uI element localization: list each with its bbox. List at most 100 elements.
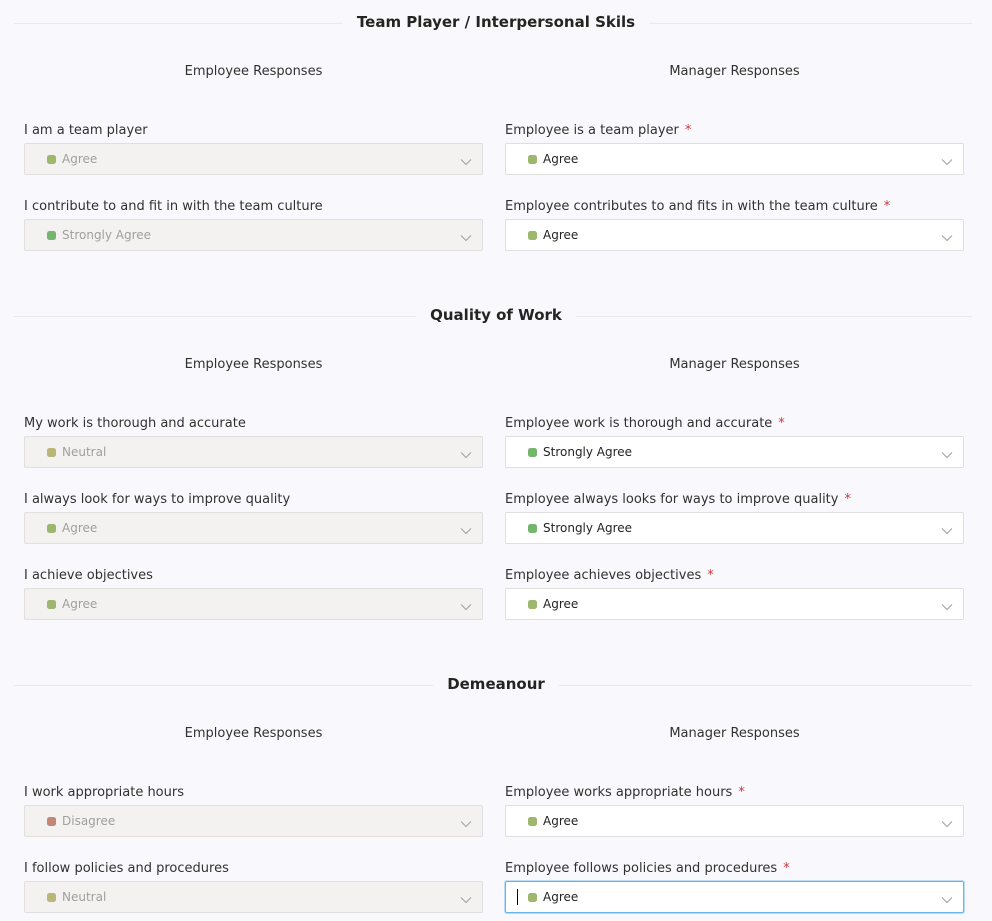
- manager-rating-dropdown[interactable]: Agree: [505, 881, 964, 913]
- employee-field: I follow policies and procedures Neutral: [24, 860, 483, 913]
- manager-rating-dropdown[interactable]: Agree: [505, 143, 964, 175]
- question-text: I work appropriate hours: [24, 785, 184, 800]
- chevron-down-icon[interactable]: [941, 815, 953, 828]
- manager-responses-heading: Manager Responses: [669, 64, 800, 79]
- employee-rating-dropdown: Strongly Agree: [24, 219, 483, 251]
- employee-question-label: I always look for ways to improve qualit…: [24, 491, 483, 509]
- employee-rating-dropdown: Agree: [24, 588, 483, 620]
- employee-question-label: I contribute to and fit in with the team…: [24, 198, 483, 216]
- manager-rating-dropdown[interactable]: Strongly Agree: [505, 436, 964, 468]
- employee-rating-dropdown: Neutral: [24, 436, 483, 468]
- selected-rating: Agree: [62, 597, 98, 611]
- chevron-down-icon: [460, 598, 472, 611]
- employee-field: I work appropriate hours Disagree: [24, 784, 483, 837]
- text-cursor: [517, 889, 518, 905]
- rating-color-swatch-icon: [47, 817, 56, 826]
- question-text: I follow policies and procedures: [24, 861, 229, 876]
- rating-color-swatch-icon: [528, 600, 537, 609]
- chevron-down-icon[interactable]: [941, 153, 953, 166]
- chevron-down-icon[interactable]: [941, 598, 953, 611]
- employee-rating-dropdown: Agree: [24, 512, 483, 544]
- required-asterisk: *: [738, 785, 745, 800]
- employee-field: I contribute to and fit in with the team…: [24, 198, 483, 251]
- chevron-down-icon[interactable]: [941, 891, 953, 904]
- section-title: Team Player / Interpersonal Skils: [0, 13, 992, 31]
- rating-color-swatch-icon: [47, 600, 56, 609]
- manager-field: Employee achieves objectives * Agree: [505, 567, 964, 620]
- manager-rating-dropdown[interactable]: Agree: [505, 588, 964, 620]
- selected-rating: Agree: [62, 152, 98, 166]
- employee-question-label: I follow policies and procedures: [24, 860, 483, 878]
- manager-field: Employee always looks for ways to improv…: [505, 491, 964, 544]
- chevron-down-icon: [460, 891, 472, 904]
- rating-color-swatch-icon: [528, 155, 537, 164]
- employee-field: My work is thorough and accurate Neutral: [24, 415, 483, 468]
- selected-rating: Strongly Agree: [62, 228, 152, 242]
- chevron-down-icon: [460, 815, 472, 828]
- section-title-text: Demeanour: [433, 675, 559, 693]
- manager-question-label: Employee is a team player *: [505, 122, 964, 140]
- question-text: I achieve objectives: [24, 568, 153, 583]
- chevron-down-icon[interactable]: [941, 446, 953, 459]
- section-title-text: Team Player / Interpersonal Skils: [342, 13, 650, 31]
- manager-question-label: Employee works appropriate hours *: [505, 784, 964, 802]
- employee-responses-heading: Employee Responses: [184, 726, 323, 741]
- employee-field: I achieve objectives Agree: [24, 567, 483, 620]
- required-asterisk: *: [844, 492, 851, 507]
- question-text: I contribute to and fit in with the team…: [24, 199, 323, 214]
- manager-responses-heading: Manager Responses: [669, 726, 800, 741]
- employee-responses-heading: Employee Responses: [184, 64, 323, 79]
- rating-color-swatch-icon: [528, 231, 537, 240]
- chevron-down-icon: [460, 229, 472, 242]
- chevron-down-icon: [460, 153, 472, 166]
- question-text: I always look for ways to improve qualit…: [24, 492, 291, 507]
- manager-rating-dropdown[interactable]: Agree: [505, 219, 964, 251]
- employee-responses-heading: Employee Responses: [184, 357, 323, 372]
- manager-rating-dropdown[interactable]: Agree: [505, 805, 964, 837]
- chevron-down-icon[interactable]: [941, 522, 953, 535]
- question-text: My work is thorough and accurate: [24, 416, 246, 431]
- rating-color-swatch-icon: [47, 155, 56, 164]
- selected-rating: Agree: [543, 814, 579, 828]
- manager-field: Employee follows policies and procedures…: [505, 860, 964, 913]
- employee-question-label: I achieve objectives: [24, 567, 483, 585]
- employee-question-label: My work is thorough and accurate: [24, 415, 483, 433]
- question-text: Employee achieves objectives: [505, 568, 702, 583]
- employee-rating-dropdown: Neutral: [24, 881, 483, 913]
- rating-color-swatch-icon: [47, 448, 56, 457]
- rating-color-swatch-icon: [528, 817, 537, 826]
- employee-rating-dropdown: Agree: [24, 143, 483, 175]
- manager-field: Employee works appropriate hours * Agree: [505, 784, 964, 837]
- manager-field: Employee is a team player * Agree: [505, 122, 964, 175]
- employee-field: I am a team player Agree: [24, 122, 483, 175]
- selected-rating: Agree: [543, 228, 579, 242]
- rating-color-swatch-icon: [528, 524, 537, 533]
- manager-question-label: Employee work is thorough and accurate *: [505, 415, 964, 433]
- chevron-down-icon: [460, 522, 472, 535]
- question-text: Employee contributes to and fits in with…: [505, 199, 878, 214]
- selected-rating: Agree: [543, 152, 579, 166]
- selected-rating: Neutral: [62, 890, 107, 904]
- manager-field: Employee work is thorough and accurate * S…: [505, 415, 964, 468]
- question-text: Employee is a team player: [505, 123, 679, 138]
- manager-question-label: Employee follows policies and procedures…: [505, 860, 964, 878]
- question-text: Employee work is thorough and accurate: [505, 416, 773, 431]
- required-asterisk: *: [778, 416, 785, 431]
- employee-question-label: I work appropriate hours: [24, 784, 483, 802]
- required-asterisk: *: [883, 199, 891, 214]
- chevron-down-icon[interactable]: [941, 229, 953, 242]
- manager-rating-dropdown[interactable]: Strongly Agree: [505, 512, 964, 544]
- selected-rating: Agree: [543, 890, 579, 904]
- question-text: Employee always looks for ways to improv…: [505, 492, 839, 507]
- selected-rating: Agree: [62, 521, 98, 535]
- selected-rating: Neutral: [62, 445, 107, 459]
- required-asterisk: *: [707, 568, 714, 583]
- section-title: Demeanour: [0, 675, 992, 693]
- question-text: Employee follows policies and procedures: [505, 861, 778, 876]
- rating-color-swatch-icon: [528, 893, 537, 902]
- rating-color-swatch-icon: [528, 448, 537, 457]
- manager-responses-heading: Manager Responses: [669, 357, 800, 372]
- manager-question-label: Employee contributes to and fits in with…: [505, 198, 964, 216]
- manager-question-label: Employee achieves objectives *: [505, 567, 964, 585]
- selected-rating: Strongly Agree: [543, 445, 633, 459]
